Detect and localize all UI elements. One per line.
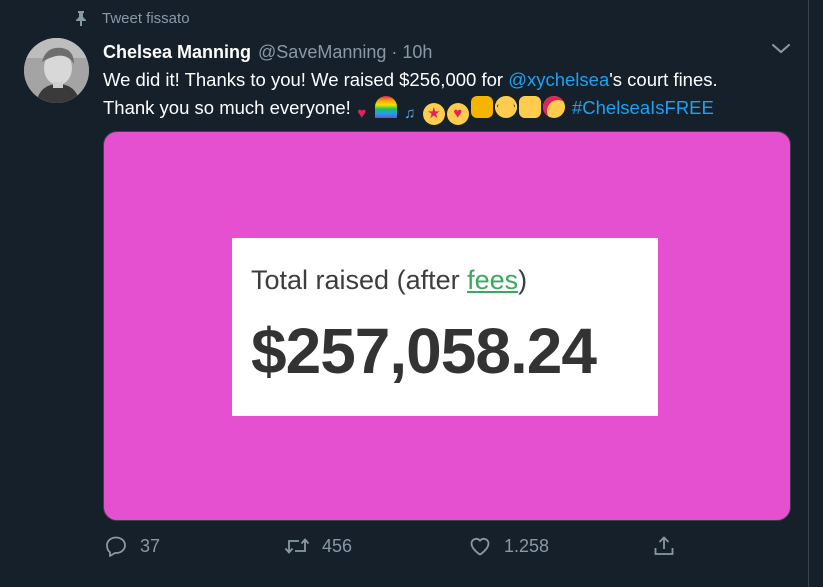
heart-eyes-emoji-icon: ♥: [446, 103, 469, 125]
emoji-row: ♥ ♫ ★ ♥: [351, 96, 567, 125]
total-raised-amount: $257,058.24: [251, 315, 597, 387]
tweet-actions: 37 456 1.258: [104, 531, 784, 561]
pinned-label: Tweet fissato: [102, 9, 190, 27]
reply-button[interactable]: 37: [104, 531, 160, 561]
chevron-down-icon: [772, 44, 790, 54]
share-icon: [654, 536, 674, 555]
tweet-media[interactable]: Total raised (after fees) $257,058.24: [103, 131, 791, 521]
more-options-button[interactable]: [770, 38, 792, 60]
avatar-image: [24, 38, 89, 103]
nerd-face-emoji-icon: [494, 96, 517, 118]
card-label-part: Total raised (after: [251, 265, 468, 295]
mention-link[interactable]: @xychelsea: [508, 69, 609, 90]
share-button[interactable]: [652, 531, 688, 561]
heart-icon: [470, 538, 490, 556]
tweet-header: Chelsea Manning @SaveManning · 10h: [103, 40, 432, 64]
red-heart-emoji-icon: ♥: [357, 105, 367, 122]
pinned-indicator: Tweet fissato: [74, 8, 190, 28]
reply-icon: [106, 536, 126, 557]
tweet-text-part: We did it! Thanks to you! We raised $256…: [103, 69, 509, 90]
card-label-part: ): [518, 265, 528, 295]
show-thread-link-clipped[interactable]: [103, 578, 313, 587]
tweet-text: We did it! Thanks to you! We raised $256…: [103, 66, 793, 125]
like-button[interactable]: 1.258: [468, 531, 549, 561]
hashtag-link[interactable]: #ChelseaIsFREE: [572, 97, 714, 118]
retweet-count: 456: [322, 535, 353, 556]
tweet-text-line-2: Thank you so much everyone! ♥ ♫ ★ ♥ #Chelsea…: [103, 94, 793, 125]
retweet-button[interactable]: 456: [284, 531, 352, 561]
star-struck-emoji-icon: ★: [422, 103, 445, 125]
pin-icon: [76, 11, 86, 26]
partying-face-emoji-icon: [542, 96, 565, 118]
tweet-time[interactable]: 10h: [402, 42, 432, 63]
tweet-text-line-1: We did it! Thanks to you! We raised $256…: [103, 66, 793, 94]
tweet-text-part: Thank you so much everyone!: [103, 97, 351, 118]
author-name[interactable]: Chelsea Manning: [103, 42, 251, 63]
total-raised-label: Total raised (after fees): [251, 265, 527, 296]
retweet-icon: [284, 538, 310, 554]
rainbow-emoji-icon: [374, 96, 397, 118]
header-separator: ·: [391, 41, 398, 62]
reply-count: 37: [140, 535, 161, 556]
avatar[interactable]: [24, 38, 89, 103]
folded-hands-emoji-icon: [470, 96, 493, 118]
total-raised-card: Total raised (after fees) $257,058.24: [232, 238, 658, 416]
fees-link: fees: [467, 265, 519, 295]
thumbs-up-emoji-icon: [518, 96, 541, 118]
author-handle[interactable]: @SaveManning: [258, 42, 386, 63]
tweet-text-part: 's court fines.: [609, 69, 718, 90]
timeline-border: [808, 0, 809, 587]
musical-notes-emoji-icon: ♫: [404, 105, 416, 122]
like-count: 1.258: [504, 535, 550, 556]
